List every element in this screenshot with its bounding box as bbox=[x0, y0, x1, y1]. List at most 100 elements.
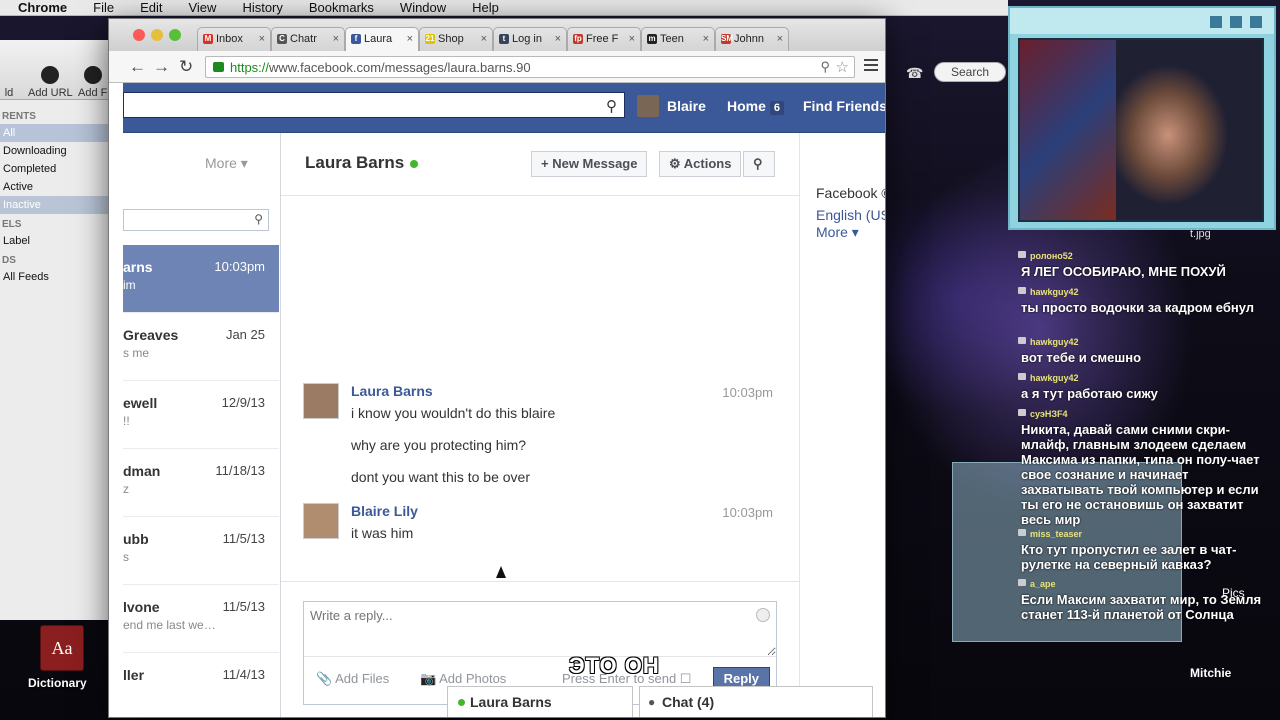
browser-tab[interactable]: fp Free F × bbox=[567, 27, 641, 51]
browser-tab[interactable]: C Chatr × bbox=[271, 27, 345, 51]
conversation-item[interactable]: ller 11/4/13 bbox=[123, 653, 279, 717]
close-tab-icon[interactable]: × bbox=[481, 33, 487, 45]
sidebar-item-all-feeds[interactable]: All Feeds bbox=[0, 268, 111, 286]
menu-history[interactable]: History bbox=[229, 0, 295, 16]
close-window-icon[interactable] bbox=[133, 29, 145, 41]
conversation-item[interactable]: Greaves Jan 25 s me bbox=[123, 313, 279, 381]
conversation-date: 11/5/13 bbox=[222, 531, 265, 546]
menu-edit[interactable]: Edit bbox=[127, 0, 175, 16]
conversation-search-input[interactable]: ⚲ bbox=[123, 209, 269, 231]
conversation-item[interactable]: dman 11/18/13 z bbox=[123, 449, 279, 517]
divider bbox=[281, 195, 799, 196]
menu-help[interactable]: Help bbox=[459, 0, 512, 16]
search-icon[interactable]: ⚲ bbox=[606, 97, 617, 115]
address-bar[interactable]: https://www.facebook.com/messages/laura.… bbox=[205, 56, 855, 78]
browser-tab[interactable]: m Teen × bbox=[641, 27, 715, 51]
conversation-name: ewell bbox=[123, 395, 158, 411]
sidebar-item-active[interactable]: Active bbox=[0, 178, 111, 196]
chat-tab-laura[interactable]: Laura Barns bbox=[447, 686, 633, 717]
bookmark-star-icon[interactable]: ☆ bbox=[836, 58, 849, 76]
sidebar-item-downloading[interactable]: Downloading bbox=[0, 142, 111, 160]
sidebar-item-completed[interactable]: Completed bbox=[0, 160, 111, 178]
add-url-button[interactable]: Add URL bbox=[28, 66, 73, 99]
online-status-icon bbox=[458, 699, 465, 706]
conversation-item[interactable]: lvone 11/5/13 end me last we… bbox=[123, 585, 279, 653]
language-link[interactable]: English (US bbox=[816, 207, 885, 223]
chat-text: ты просто водочки за кадром ебнул bbox=[1021, 300, 1255, 315]
emoji-icon[interactable] bbox=[756, 608, 770, 622]
new-message-button[interactable]: + New Message bbox=[531, 151, 648, 177]
add-files-button[interactable]: 📎 Add Files bbox=[316, 671, 389, 687]
lock-icon bbox=[213, 62, 224, 72]
thread-title: Laura Barns bbox=[305, 153, 419, 173]
conversation-date: 11/4/13 bbox=[222, 667, 265, 682]
toolbar-cut-item[interactable]: ld bbox=[0, 66, 18, 99]
menu-window[interactable]: Window bbox=[387, 0, 459, 16]
close-tab-icon[interactable]: × bbox=[629, 33, 635, 45]
conversation-list: More ▾ ⚲ arns 10:03pm im Greaves Jan 25 s me e… bbox=[123, 133, 281, 717]
message-sender[interactable]: Blaire Lily bbox=[351, 503, 418, 519]
window-button-icon bbox=[1230, 16, 1242, 28]
chat-username: hawkguy42 bbox=[1016, 371, 1274, 386]
close-tab-icon[interactable]: × bbox=[407, 33, 413, 45]
conversation-item[interactable]: ewell 12/9/13!! bbox=[123, 381, 279, 449]
facebook-header: ⚲ Blaire Home 6 Find Friends bbox=[123, 83, 885, 133]
sidebar-item-inactive[interactable]: Inactive bbox=[0, 196, 111, 214]
actions-button[interactable]: ⚙ Actions bbox=[659, 151, 742, 177]
chat-username: miss_teaser bbox=[1016, 527, 1274, 542]
conversation-item[interactable]: ubb 11/5/13 s bbox=[123, 517, 279, 585]
conversation-preview: !! bbox=[123, 414, 130, 428]
search-icon[interactable]: ⚲ bbox=[254, 212, 263, 226]
close-tab-icon[interactable]: × bbox=[555, 33, 561, 45]
browser-tab[interactable]: 21 Shop × bbox=[419, 27, 493, 51]
minimize-window-icon[interactable] bbox=[151, 29, 163, 41]
avatar[interactable] bbox=[637, 95, 659, 117]
more-link[interactable]: More ▾ bbox=[816, 224, 859, 241]
close-tab-icon[interactable]: × bbox=[259, 33, 265, 45]
conversation-name: lvone bbox=[123, 599, 160, 615]
sidebar-item-label[interactable]: Label bbox=[0, 232, 111, 250]
conversation-item[interactable]: arns 10:03pm im bbox=[123, 245, 279, 313]
more-dropdown[interactable]: More ▾ bbox=[205, 155, 248, 172]
reload-icon[interactable]: ↻ bbox=[179, 57, 193, 77]
find-friends-link[interactable]: Find Friends bbox=[803, 98, 885, 114]
hamburger-menu-icon[interactable] bbox=[864, 59, 878, 73]
menu-app-name[interactable]: Chrome bbox=[0, 0, 80, 16]
sidebar-item-all[interactable]: All bbox=[0, 124, 111, 142]
file-label: t.jpg bbox=[1190, 228, 1211, 240]
back-arrow-icon[interactable]: ← bbox=[129, 57, 146, 77]
message-text: i know you wouldn't do this blaire bbox=[351, 405, 556, 421]
finder-search-field[interactable]: Search bbox=[934, 62, 1006, 82]
conversation-preview: im bbox=[123, 278, 136, 292]
avatar[interactable] bbox=[303, 383, 339, 419]
browser-tab[interactable]: t Log in × bbox=[493, 27, 567, 51]
close-tab-icon[interactable]: × bbox=[703, 33, 709, 45]
add-photos-button[interactable]: 📷 Add Photos bbox=[420, 671, 506, 687]
close-tab-icon[interactable]: × bbox=[777, 33, 783, 45]
thread-title-text: Laura Barns bbox=[305, 153, 405, 172]
chat-message: суэНЗF4 Никита, давай сами сними скри-мла… bbox=[1016, 407, 1274, 527]
tab-label: Laura bbox=[364, 33, 393, 45]
forward-arrow-icon[interactable]: → bbox=[153, 57, 170, 77]
zoom-window-icon[interactable] bbox=[169, 29, 181, 41]
chat-tab-label: Laura Barns bbox=[470, 694, 552, 710]
magnifier-icon[interactable]: ⚲ bbox=[820, 59, 830, 75]
browser-tab[interactable]: SM Johnn × bbox=[715, 27, 789, 51]
profile-link[interactable]: Blaire bbox=[667, 98, 706, 114]
close-tab-icon[interactable]: × bbox=[333, 33, 339, 45]
thread-search-button[interactable]: ⚲ bbox=[743, 151, 775, 177]
add-file-button[interactable]: Add F bbox=[78, 66, 107, 99]
menu-bookmarks[interactable]: Bookmarks bbox=[296, 0, 387, 16]
reply-input[interactable] bbox=[304, 602, 776, 656]
menu-view[interactable]: View bbox=[175, 0, 229, 16]
message-sender[interactable]: Laura Barns bbox=[351, 383, 433, 399]
home-count-badge: 6 bbox=[769, 101, 785, 115]
avatar[interactable] bbox=[303, 503, 339, 539]
dictionary-icon[interactable]: Aa bbox=[40, 625, 84, 671]
menu-file[interactable]: File bbox=[80, 0, 127, 16]
browser-tab[interactable]: f Laura × bbox=[345, 27, 419, 52]
facebook-search-input[interactable]: ⚲ bbox=[123, 92, 625, 118]
browser-tab[interactable]: M Inbox × bbox=[197, 27, 271, 51]
home-link[interactable]: Home 6 bbox=[727, 98, 785, 115]
chat-sidebar-tab[interactable]: ● Chat (4) bbox=[639, 686, 873, 717]
